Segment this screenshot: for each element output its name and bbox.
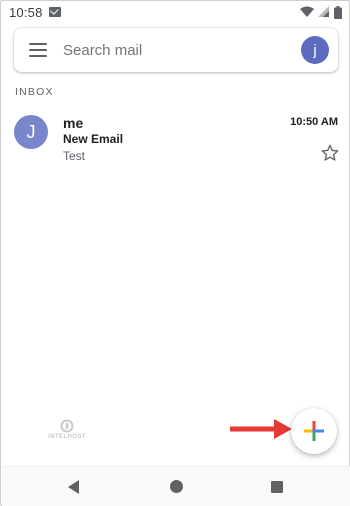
system-navigation-bar: [2, 466, 350, 506]
watermark-logo: INTELHOST: [45, 419, 89, 445]
list-item[interactable]: J me New Email Test 10:50 AM: [2, 107, 350, 169]
sender-avatar[interactable]: J: [14, 115, 48, 149]
compose-plus-icon: [304, 421, 324, 441]
red-arrow-icon: [230, 419, 292, 439]
star-icon[interactable]: [320, 143, 340, 163]
email-snippet: Test: [63, 149, 86, 163]
email-time: 10:50 AM: [290, 116, 338, 128]
home-icon[interactable]: [170, 480, 183, 493]
account-avatar[interactable]: j: [301, 36, 329, 64]
wifi-icon: [300, 6, 314, 17]
status-bar: 10:58: [2, 2, 350, 22]
back-icon[interactable]: [67, 479, 81, 495]
compose-button[interactable]: [291, 408, 337, 454]
signal-icon: [318, 6, 329, 17]
intelhost-logo-icon: [60, 419, 74, 433]
phone-screen: 10:58 j INBOX J me New Email Test 1: [0, 0, 350, 506]
recents-icon[interactable]: [271, 481, 283, 493]
email-subject: New Email: [63, 132, 124, 146]
status-time: 10:58: [9, 4, 43, 20]
sender-name: me: [63, 115, 84, 131]
battery-icon: [334, 5, 342, 19]
gmail-icon: [48, 7, 61, 17]
search-bar[interactable]: j: [14, 28, 338, 72]
status-icons: [300, 5, 342, 19]
search-input[interactable]: [63, 41, 301, 59]
inbox-label: INBOX: [15, 86, 54, 98]
hamburger-menu-icon[interactable]: [29, 43, 47, 57]
watermark-text: INTELHOST: [48, 434, 86, 440]
